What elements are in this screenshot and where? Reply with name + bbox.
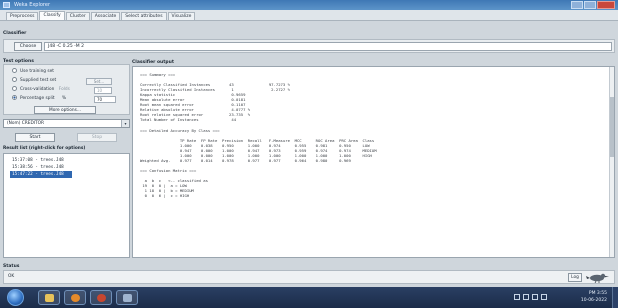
output-line: === Summary === [140, 72, 176, 77]
choose-classifier-button[interactable]: Choose [14, 42, 42, 51]
percent-symbol: % [61, 96, 67, 101]
window-controls [570, 1, 615, 9]
maximize-button[interactable] [584, 1, 596, 9]
classifier-config-field[interactable]: J48 -C 0.25 -M 2 [44, 42, 612, 51]
tray-arrow-icon[interactable] [514, 294, 520, 300]
output-scrollbar[interactable] [609, 67, 614, 257]
class-attribute-select[interactable]: (Nom) CREDITOR ▾ [3, 119, 130, 128]
classifier-output-panel[interactable]: === Summary === Correctly Classified Ins… [132, 66, 615, 258]
weka-explorer-window: Weka Explorer Preprocess Classify Cluste… [0, 0, 618, 308]
result-list-item-selected[interactable]: 15:47:22 - trees.J48 [10, 171, 72, 178]
more-options-button[interactable]: More options... [34, 106, 96, 114]
status-text: OK [8, 274, 15, 279]
radio-icon [12, 77, 17, 82]
start-button[interactable]: Start [15, 133, 55, 142]
output-line: 0 0 6 | c = HIGH [140, 193, 190, 198]
folds-input[interactable]: 10 [94, 87, 112, 94]
clock-time[interactable]: PM 3:55 [589, 291, 607, 296]
chevron-down-icon: ▾ [121, 120, 129, 127]
output-line: === Confusion Matrix === [140, 168, 197, 173]
percentage-split-radio[interactable]: Percentage split % [12, 95, 66, 103]
status-bar: OK Log [3, 270, 615, 284]
output-line: === Detailed Accuracy By Class === [140, 128, 220, 133]
browser-taskbar-icon[interactable] [90, 290, 112, 305]
clock-date[interactable]: 10-06-2022 [581, 298, 607, 303]
left-panel: Test options Use training set Supplied t… [3, 59, 130, 258]
volume-icon[interactable] [541, 294, 547, 300]
main-tabs: Preprocess Classify Cluster Associate Se… [0, 10, 618, 21]
supplied-test-set-label: Supplied test set [20, 78, 57, 83]
tab-preprocess[interactable]: Preprocess [6, 12, 39, 20]
network-icon[interactable] [523, 294, 529, 300]
classifier-output-label: Classifier output [132, 60, 174, 65]
percentage-split-input[interactable]: 70 [94, 96, 116, 103]
output-line: Total Number of Instances 44 [140, 117, 237, 122]
cross-validation-radio[interactable]: Cross-validation Folds [12, 86, 70, 94]
flag-icon[interactable] [532, 294, 538, 300]
radio-icon [12, 86, 17, 91]
tab-associate[interactable]: Associate [90, 12, 121, 20]
media-player-taskbar-icon[interactable] [64, 290, 86, 305]
tab-classify[interactable]: Classify [39, 11, 65, 20]
log-button[interactable]: Log [568, 273, 582, 282]
folds-label: Folds [58, 87, 70, 92]
output-line: Weighted Avg. 0.977 0.014 0.978 0.977 0.… [140, 158, 351, 163]
result-list-item[interactable]: 15:38:56 - trees.J48 [4, 164, 129, 171]
use-training-set-label: Use training set [20, 69, 54, 74]
weka-app-icon [3, 2, 10, 8]
minimize-button[interactable] [571, 1, 583, 9]
set-test-set-button[interactable]: Set... [86, 78, 112, 85]
weka-bird-icon[interactable] [586, 272, 610, 283]
tab-select-attributes[interactable]: Select attributes [121, 12, 167, 20]
close-button[interactable] [597, 1, 615, 9]
class-attribute-value: (Nom) CREDITOR [7, 121, 45, 126]
cross-validation-label: Cross-validation [20, 87, 55, 92]
show-desktop-button[interactable] [612, 287, 618, 308]
window-title: Weka Explorer [14, 2, 51, 8]
result-list: 15:37:08 - trees.J48 15:38:56 - trees.J4… [3, 153, 130, 258]
stop-button[interactable]: Stop [77, 133, 117, 142]
supplied-test-set-radio[interactable]: Supplied test set [12, 77, 56, 85]
use-training-set-radio[interactable]: Use training set [12, 68, 54, 76]
percentage-split-label: Percentage split [20, 96, 55, 101]
classifier-row: Choose J48 -C 0.25 -M 2 [3, 39, 615, 53]
os-taskbar: PM 3:55 10-06-2022 [0, 287, 618, 308]
title-bar: Weka Explorer [0, 0, 618, 10]
test-options-box: Use training set Supplied test set Set..… [3, 64, 130, 115]
radio-icon [12, 68, 17, 73]
result-list-item[interactable]: 15:37:08 - trees.J48 [4, 157, 129, 164]
result-list-label: Result list (right-click for options) [3, 146, 86, 151]
classifier-section-label: Classifier [3, 31, 27, 36]
tab-cluster[interactable]: Cluster [65, 12, 90, 20]
weka-taskbar-icon[interactable] [116, 290, 138, 305]
file-explorer-taskbar-icon[interactable] [38, 290, 60, 305]
windows-start-icon[interactable] [7, 289, 24, 306]
scrollbar-thumb[interactable] [610, 97, 614, 157]
radio-checked-icon [12, 95, 17, 100]
tab-visualize[interactable]: Visualize [167, 12, 196, 20]
status-section-label: Status [3, 264, 20, 269]
